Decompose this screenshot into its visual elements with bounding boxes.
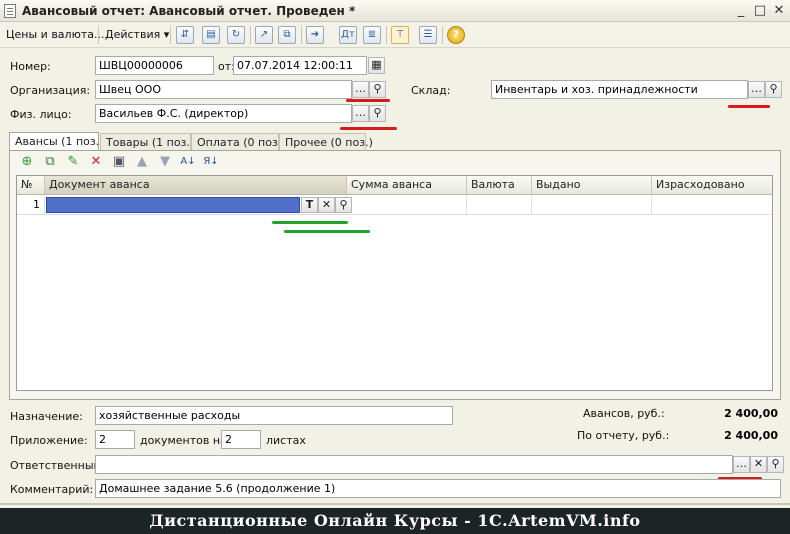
prices-currency-button[interactable]: Цены и валюта...	[6, 28, 104, 41]
copy-row-icon[interactable]: ⧉	[42, 154, 58, 170]
table-row[interactable]: T ✕ ⚲	[45, 196, 352, 215]
report-total-label: По отчету, руб.:	[577, 429, 670, 442]
title-bar: Авансовый отчет: Авансовый отчет. Провед…	[0, 0, 790, 22]
toolbar-separator	[250, 26, 251, 44]
currency-cell[interactable]	[467, 196, 532, 215]
warehouse-field[interactable]: Инвентарь и хоз. принадлежности	[491, 80, 748, 99]
sort-desc-icon[interactable]: Я↓	[203, 154, 219, 170]
copy-doc-icon[interactable]: ⧉	[278, 26, 296, 44]
responsible-field[interactable]	[95, 455, 733, 474]
date-field[interactable]: 07.07.2014 12:00:11	[233, 56, 367, 75]
tab-advances[interactable]: Авансы (1 поз.)	[9, 132, 104, 152]
advances-table: № Документ аванса Сумма аванса Валюта Вы…	[16, 175, 773, 391]
issued-cell[interactable]	[532, 196, 652, 215]
person-label: Физ. лицо:	[10, 108, 72, 121]
column-header-document[interactable]: Документ аванса	[45, 176, 347, 195]
column-header-amount[interactable]: Сумма аванса	[347, 176, 467, 195]
structure-icon[interactable]: ⊤	[391, 26, 409, 44]
attachment-docs-field[interactable]: 2	[95, 430, 135, 449]
delete-row-icon[interactable]: ✕	[88, 154, 104, 170]
dt-kt-icon[interactable]: Дт	[339, 26, 357, 44]
search-icon[interactable]: ⚲	[765, 81, 782, 98]
search-icon[interactable]: ⚲	[369, 81, 386, 98]
purpose-field[interactable]: хозяйственные расходы	[95, 406, 453, 425]
toolbar-separator	[386, 26, 387, 44]
red-mark	[340, 127, 397, 130]
maximize-button[interactable]: □	[751, 3, 769, 19]
close-button[interactable]: ✕	[770, 3, 788, 19]
tab-other[interactable]: Прочее (0 поз.)	[279, 133, 373, 151]
report-total-value: 2 400,00	[724, 429, 778, 442]
calendar-icon[interactable]: ▦	[368, 57, 385, 74]
search-icon[interactable]: ⚲	[369, 105, 386, 122]
type-t-icon[interactable]: T	[301, 197, 318, 213]
toolbar-separator	[170, 26, 171, 44]
tab-goods[interactable]: Товары (1 поз.)	[100, 133, 194, 151]
column-header-number[interactable]: №	[17, 176, 45, 195]
column-header-spent[interactable]: Израсходовано	[652, 176, 772, 195]
save-icon[interactable]: ▤	[202, 26, 220, 44]
advances-total-value: 2 400,00	[724, 407, 778, 420]
number-field[interactable]: ШВЦ00000006	[95, 56, 214, 75]
end-edit-icon[interactable]: ▣	[111, 154, 127, 170]
post-close-icon[interactable]: ⇵	[176, 26, 194, 44]
select-dots-icon[interactable]: …	[748, 81, 765, 98]
document-cell-input[interactable]	[46, 197, 300, 213]
edit-row-icon[interactable]: ✎	[65, 154, 81, 170]
list-settings-icon[interactable]: ☰	[419, 26, 437, 44]
responsible-label: Ответственный:	[10, 459, 105, 472]
toolbar-separator	[301, 26, 302, 44]
comment-label: Комментарий:	[10, 483, 94, 496]
window-title: Авансовый отчет: Авансовый отчет. Провед…	[22, 4, 356, 18]
purpose-label: Назначение:	[10, 410, 83, 423]
course-banner: Дистанционные Онлайн Курсы - 1С.ArtemVM.…	[0, 508, 790, 534]
add-row-icon[interactable]: ⊕	[19, 154, 35, 170]
actions-menu-button[interactable]: Действия ▾	[105, 28, 169, 41]
clear-icon[interactable]: ✕	[750, 456, 767, 473]
green-mark	[284, 230, 370, 233]
search-icon[interactable]: ⚲	[767, 456, 784, 473]
spent-cell[interactable]	[652, 196, 772, 215]
attachment-sheets-field[interactable]: 2	[221, 430, 261, 449]
help-icon[interactable]: ?	[447, 26, 465, 44]
attachment-label: Приложение:	[10, 434, 88, 447]
red-mark	[346, 99, 390, 102]
select-dots-icon[interactable]: …	[352, 81, 369, 98]
comment-field[interactable]: Домашнее задание 5.6 (продолжение 1)	[95, 479, 781, 498]
sheets-label: листах	[266, 434, 306, 447]
organization-field[interactable]: Швец ООО	[95, 80, 352, 99]
select-dots-icon[interactable]: …	[733, 456, 750, 473]
divider	[0, 503, 790, 505]
advances-total-label: Авансов, руб.:	[583, 407, 665, 420]
minimize-button[interactable]: _	[732, 3, 750, 19]
toolbar-separator	[98, 26, 99, 44]
create-based-icon[interactable]: ↗	[255, 26, 273, 44]
report-icon[interactable]: ≣	[363, 26, 381, 44]
sort-asc-icon[interactable]: A↓	[180, 154, 196, 170]
number-label: Номер:	[10, 60, 51, 73]
docs-on-label: документов на	[140, 434, 227, 447]
amount-cell[interactable]	[347, 196, 467, 215]
red-mark	[728, 105, 770, 108]
go-to-icon[interactable]: ➔	[306, 26, 324, 44]
toolbar-separator	[442, 26, 443, 44]
tab-payment[interactable]: Оплата (0 поз.)	[191, 133, 286, 151]
warehouse-label: Склад:	[411, 84, 451, 97]
select-dots-icon[interactable]: …	[352, 105, 369, 122]
row-number-cell[interactable]: 1	[17, 196, 45, 215]
repost-icon[interactable]: ↻	[227, 26, 245, 44]
column-header-currency[interactable]: Валюта	[467, 176, 532, 195]
green-mark	[272, 221, 348, 224]
column-header-issued[interactable]: Выдано	[532, 176, 652, 195]
clear-icon[interactable]: ✕	[318, 197, 335, 213]
organization-label: Организация:	[10, 84, 91, 97]
document-icon	[4, 4, 16, 18]
move-up-icon[interactable]: ▲	[134, 154, 150, 170]
move-down-icon[interactable]: ▼	[157, 154, 173, 170]
person-field[interactable]: Васильев Ф.С. (директор)	[95, 104, 352, 123]
toolbar: Цены и валюта... Действия ▾ ⇵ ▤ ↻ ↗ ⧉ ➔ …	[0, 22, 790, 48]
